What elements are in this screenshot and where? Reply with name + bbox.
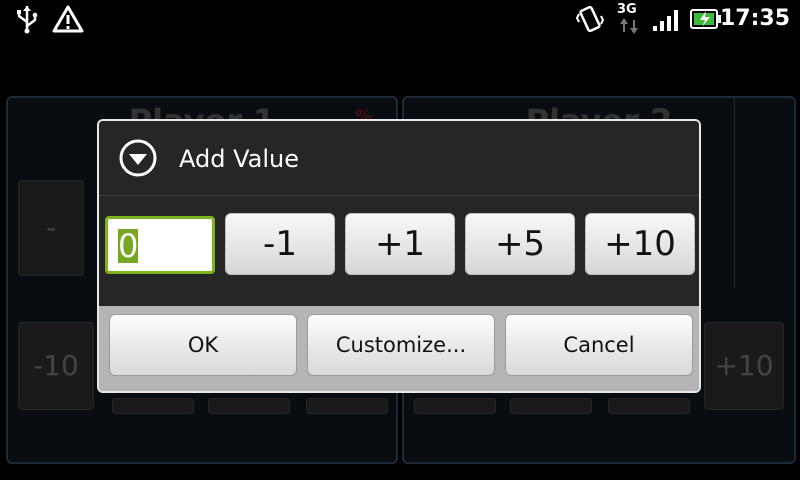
value-input-text: 0	[118, 227, 139, 265]
add-value-dialog: Add Value 0 -1 +1 +5 +10 OK Customize...…	[97, 119, 701, 393]
bg-button[interactable]	[306, 398, 388, 414]
ok-button[interactable]: OK	[109, 314, 297, 376]
plus-1-button[interactable]: +1	[345, 213, 455, 275]
dropdown-circle-icon	[119, 139, 157, 177]
plus-5-button[interactable]: +5	[465, 213, 575, 275]
divider	[734, 98, 735, 288]
bg-button[interactable]	[414, 398, 496, 414]
bg-button[interactable]	[208, 398, 290, 414]
network-3g-icon: 3G	[617, 2, 639, 36]
warning-icon	[52, 5, 84, 33]
dialog-header: Add Value	[99, 121, 699, 196]
bg-button[interactable]	[510, 398, 592, 414]
bg-button[interactable]	[112, 398, 194, 414]
cancel-button[interactable]: Cancel	[505, 314, 693, 376]
minus-10-button[interactable]: -10	[18, 322, 94, 410]
dialog-title: Add Value	[179, 145, 299, 173]
minus-button[interactable]: -	[18, 180, 84, 276]
value-input[interactable]: 0	[105, 216, 215, 274]
vibrate-icon	[576, 5, 604, 33]
battery-charging-icon	[690, 9, 721, 29]
customize-button[interactable]: Customize...	[307, 314, 495, 376]
status-bar: 3G 17:35	[0, 0, 800, 38]
usb-icon	[17, 6, 38, 34]
minus-1-button[interactable]: -1	[225, 213, 335, 275]
bg-button[interactable]	[608, 398, 690, 414]
status-time: 17:35	[719, 6, 790, 31]
plus-10-button[interactable]: +10	[704, 322, 784, 410]
signal-icon	[653, 10, 678, 31]
plus-10-button[interactable]: +10	[585, 213, 695, 275]
dialog-footer: OK Customize... Cancel	[99, 306, 699, 391]
network-label: 3G	[617, 2, 637, 17]
